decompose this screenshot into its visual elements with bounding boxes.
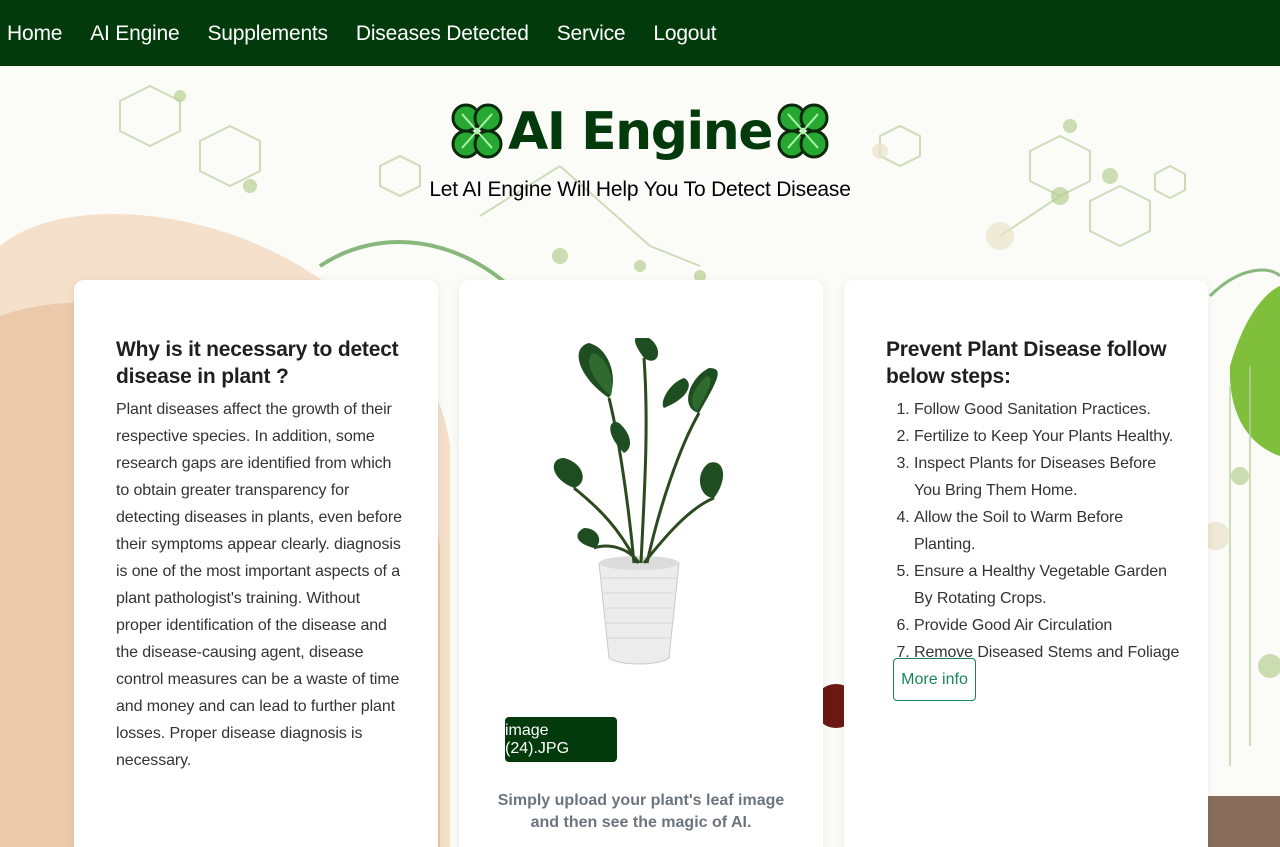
list-item: Follow Good Sanitation Practices. (914, 396, 1186, 423)
top-navbar: Home AI Engine Supplements Diseases Dete… (0, 0, 1280, 66)
list-item: Allow the Soil to Warm Before Planting. (914, 504, 1186, 558)
nav-supplements[interactable]: Supplements (207, 23, 328, 44)
nav-service[interactable]: Service (557, 23, 626, 44)
nav-ai-engine[interactable]: AI Engine (90, 23, 179, 44)
upload-file-button[interactable]: image (24).JPG (505, 717, 617, 762)
more-info-button[interactable]: More info (893, 658, 976, 701)
list-item: Provide Good Air Circulation (914, 612, 1186, 639)
nav-logout[interactable]: Logout (653, 23, 716, 44)
clover-icon (451, 103, 503, 159)
list-item: Inspect Plants for Diseases Before You B… (914, 450, 1186, 504)
page-header: AI Engine Let AI Engine Will Help You To… (0, 92, 1280, 202)
prevention-card: Prevent Plant Disease follow below steps… (844, 280, 1208, 847)
page-subtitle: Let AI Engine Will Help You To Detect Di… (429, 178, 851, 201)
info-card-body: Plant diseases affect the growth of thei… (116, 401, 402, 769)
prevention-card-heading: Prevent Plant Disease follow below steps… (886, 338, 1167, 388)
nav-home[interactable]: Home (7, 23, 62, 44)
clover-icon (777, 103, 829, 159)
info-card-heading: Why is it necessary to detect disease in… (116, 338, 399, 388)
page-title: AI Engine (507, 102, 774, 162)
upload-hint-text: Simply upload your plant's leaf image an… (497, 792, 785, 831)
title-row: AI Engine (0, 92, 1280, 172)
nav-diseases-detected[interactable]: Diseases Detected (356, 23, 529, 44)
potted-plant-image (553, 338, 724, 665)
upload-card: image (24).JPG Simply upload your plant'… (459, 280, 823, 847)
info-card: Why is it necessary to detect disease in… (74, 280, 438, 847)
prevention-steps-list: Follow Good Sanitation Practices. Fertil… (886, 396, 1186, 666)
list-item: Fertilize to Keep Your Plants Healthy. (914, 423, 1186, 450)
list-item: Ensure a Healthy Vegetable Garden By Rot… (914, 558, 1186, 612)
